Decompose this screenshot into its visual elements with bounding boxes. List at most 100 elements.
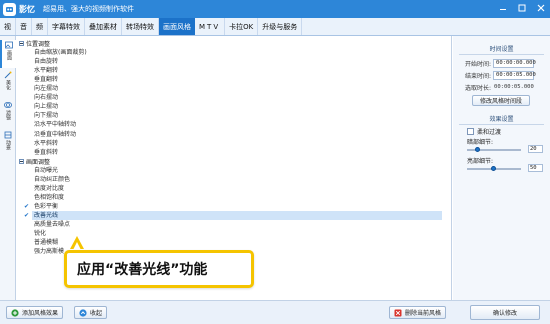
end-time-row: 结束时间: 00:00:05.000 xyxy=(465,70,536,80)
menu-tab[interactable]: 升级与服务 xyxy=(258,18,303,35)
start-time-input[interactable]: 00:00:00.000 xyxy=(493,58,536,68)
list-item-label: 沿水平中轴转动 xyxy=(34,121,77,129)
sidebar-item[interactable]: 滤镜 xyxy=(0,100,16,128)
list-item-label: 色彩平衡 xyxy=(34,202,59,210)
filter-icon xyxy=(4,101,12,109)
menu-tab[interactable]: 卡拉OK xyxy=(225,18,259,35)
modify-time-button[interactable]: 修改风格时间段 xyxy=(472,95,530,106)
effect-section-title: 效果设置 xyxy=(489,116,514,123)
list-item[interactable]: ✔ 色彩平衡 xyxy=(24,202,442,211)
list-item-label: 水平翻转 xyxy=(34,67,59,75)
list-item-label: 高质量去噪点 xyxy=(34,221,71,228)
sidebar-item-label: 画面 xyxy=(6,50,12,60)
dark-detail-value[interactable]: 20 xyxy=(528,145,543,153)
menu-tab[interactable]: 频 xyxy=(32,18,48,35)
group-title: 位置调整 xyxy=(26,41,51,48)
list-item-label: 普通模糊 xyxy=(34,239,59,247)
menu-tab[interactable]: 音 xyxy=(16,18,32,35)
section-divider xyxy=(459,54,544,55)
start-time-label: 开始时间: xyxy=(465,60,492,68)
list-item-label: 向右摆动 xyxy=(34,94,59,102)
list-item-label: 向下摆动 xyxy=(34,112,59,120)
close-icon[interactable] xyxy=(536,3,546,13)
group-header[interactable]: 画面调整 xyxy=(19,157,50,166)
list-item[interactable]: 沿垂直中轴转动 xyxy=(32,130,442,139)
group-header[interactable]: 位置调整 xyxy=(19,39,50,48)
list-item[interactable]: 高质量去噪点 xyxy=(32,220,442,229)
list-item[interactable]: 普通模糊 xyxy=(32,238,442,247)
sidebar-item[interactable]: 动景 xyxy=(0,130,16,158)
list-item-label: 强力高斯模 xyxy=(34,248,65,256)
menu-tab[interactable]: 视 xyxy=(0,18,16,35)
sidebar-item-label: 动景 xyxy=(5,140,11,150)
list-item-label: 向上摆动 xyxy=(34,103,59,111)
list-item[interactable]: 垂直斜转 xyxy=(32,148,442,157)
list-item[interactable]: 向上摆动 xyxy=(32,102,442,111)
bright-detail-slider[interactable] xyxy=(467,166,521,171)
sidebar-item[interactable]: 美化 xyxy=(0,70,16,98)
left-sidebar: 画面 美化 滤镜 动景 xyxy=(0,36,16,300)
settings-panel: 时间设置 开始时间: 00:00:00.000 结束时间: 00:00:05.0… xyxy=(453,36,550,300)
collapse-icon xyxy=(79,308,87,317)
end-time-input[interactable]: 00:00:05.000 xyxy=(493,70,536,80)
list-item[interactable]: 色相饱和度 xyxy=(32,193,442,202)
minimize-icon[interactable] xyxy=(498,3,508,13)
duration-row: 选取时长: 00:00:05.000 xyxy=(465,82,534,92)
bright-detail-value[interactable]: 50 xyxy=(528,164,543,172)
list-item[interactable]: ✔ 改善光线 xyxy=(24,210,442,220)
list-item[interactable]: 自动纠正颜色 xyxy=(32,175,442,184)
delete-style-button[interactable]: 删除当前风格 xyxy=(389,306,447,319)
check-icon: ✔ xyxy=(24,211,30,219)
duration-value: 00:00:05.000 xyxy=(494,84,534,90)
menu-tab[interactable]: 叠加素材 xyxy=(85,18,122,35)
maximize-icon[interactable] xyxy=(517,3,527,13)
confirm-button[interactable]: 确认修改 xyxy=(470,305,540,320)
menu-tab[interactable]: MTV xyxy=(195,18,226,35)
list-item-label: 自动曝光 xyxy=(34,166,59,174)
dark-detail-slider[interactable] xyxy=(467,147,521,152)
list-item[interactable]: 水平翻转 xyxy=(32,66,442,75)
add-style-button[interactable]: 添加风格效果 xyxy=(6,306,64,319)
menu-tab[interactable]: 字幕特效 xyxy=(48,18,85,35)
beautify-icon xyxy=(4,71,12,79)
soft-transition-row[interactable]: 柔和过渡 xyxy=(467,127,501,136)
menu-tab[interactable]: 画面风格 xyxy=(159,18,195,35)
menu-tab[interactable]: 转场特效 xyxy=(122,18,159,35)
group-title: 画面调整 xyxy=(26,158,51,166)
list-item-label: 锐化 xyxy=(34,230,47,238)
list-item-label: 向左摆动 xyxy=(34,85,59,93)
sidebar-item-label: 滤镜 xyxy=(5,110,11,120)
list-item[interactable]: 向右摆动 xyxy=(32,93,442,102)
sidebar-item[interactable]: 画面 xyxy=(0,40,16,68)
list-item-label: 色相饱和度 xyxy=(34,193,65,201)
section-divider xyxy=(459,124,544,125)
title-bar: 影忆 超易用、强大的视频制作软件 xyxy=(0,0,550,18)
collapse-toggle-icon[interactable] xyxy=(19,41,24,46)
collapse-toggle-icon[interactable] xyxy=(19,158,24,164)
list-item[interactable]: 自由旋转 xyxy=(32,57,442,66)
dark-detail-slider-thumb[interactable] xyxy=(474,147,480,152)
bright-detail-slider-thumb[interactable] xyxy=(491,166,496,171)
bright-detail-label: 亮部细节: xyxy=(467,158,494,165)
soft-transition-checkbox[interactable] xyxy=(467,128,474,135)
list-item[interactable]: 锐化 xyxy=(32,229,442,238)
list-item[interactable]: 亮度对比度 xyxy=(32,184,442,193)
soft-transition-label: 柔和过渡 xyxy=(477,129,502,136)
list-item-label: 沿垂直中轴转动 xyxy=(34,130,77,138)
add-icon xyxy=(11,308,19,317)
list-item[interactable]: 自动曝光 xyxy=(32,166,442,175)
list-item[interactable]: 向左摆动 xyxy=(32,84,442,93)
list-item-label: 自动纠正颜色 xyxy=(34,175,71,183)
duration-label: 选取时长: xyxy=(465,84,492,92)
list-item[interactable]: 垂直翻转 xyxy=(32,75,442,84)
delete-style-label: 删除当前风格 xyxy=(405,310,442,317)
collapse-button[interactable]: 收起 xyxy=(74,306,108,319)
list-item[interactable]: 沿水平中轴转动 xyxy=(32,120,442,129)
list-item-label: 自由旋转 xyxy=(34,58,59,66)
list-item-label: 亮度对比度 xyxy=(34,184,65,192)
window-controls xyxy=(498,3,546,13)
list-item[interactable]: 向下摆动 xyxy=(32,111,442,120)
start-time-row: 开始时间: 00:00:00.000 xyxy=(465,58,536,68)
list-item[interactable]: 自由缩放(画面裁剪) xyxy=(32,48,442,57)
list-item[interactable]: 水平斜转 xyxy=(32,139,442,148)
